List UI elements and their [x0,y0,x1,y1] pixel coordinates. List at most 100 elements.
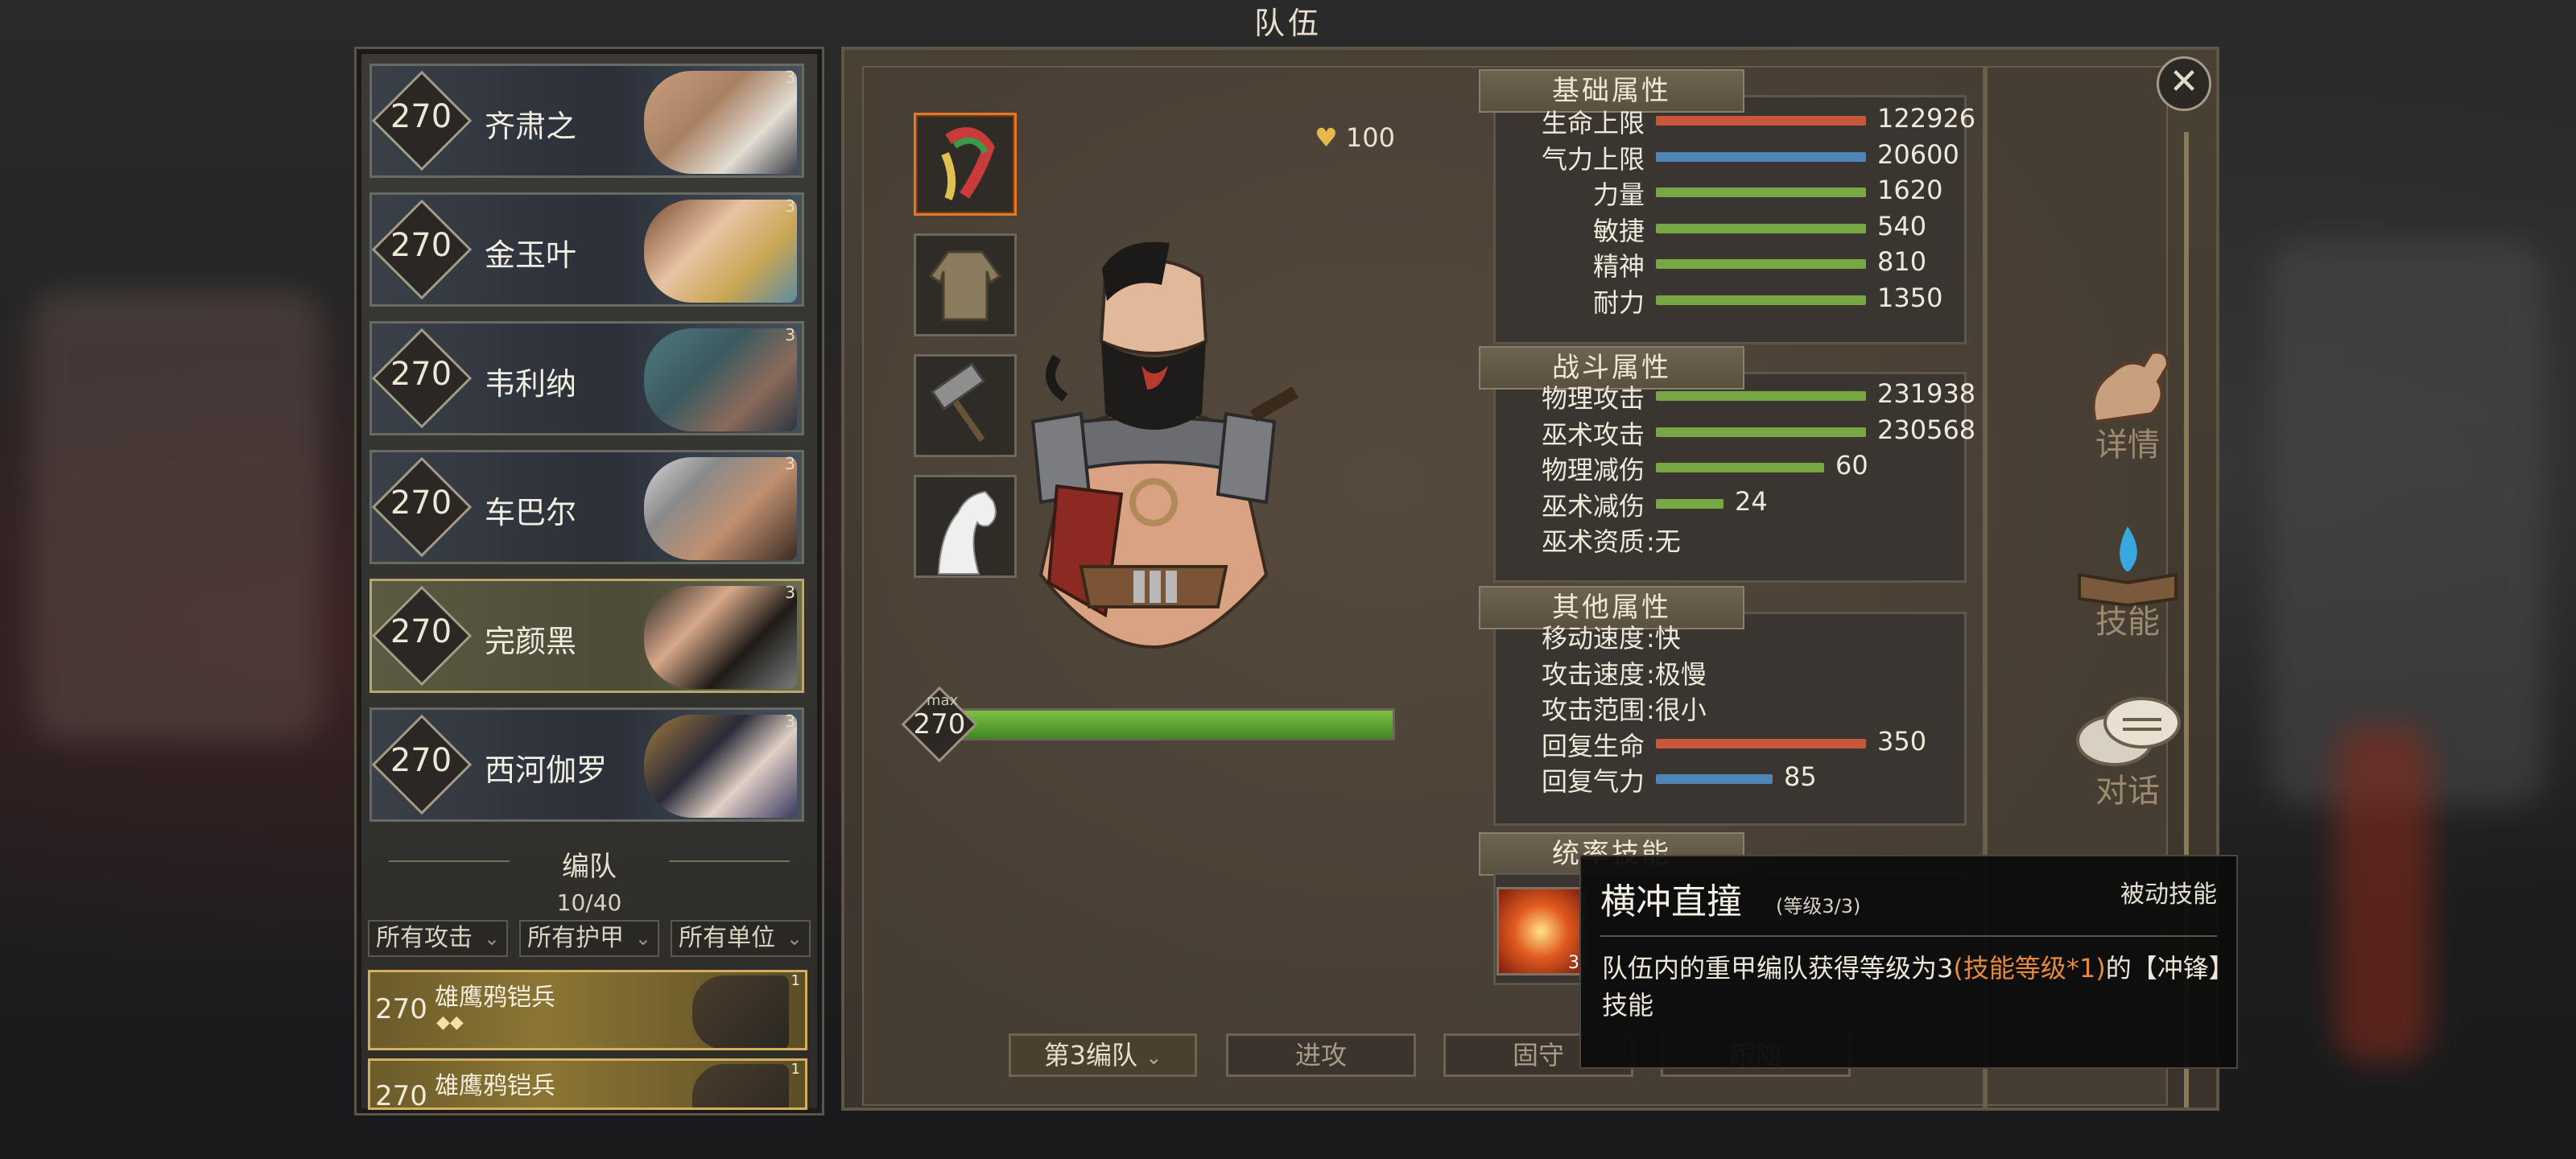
unit-card[interactable]: 270 雄鹰鸦铠兵 1 [368,1058,807,1110]
skill-description-highlight: (技能等级*1) [1953,953,2106,984]
stat-label: 物理减伤 [1541,455,1645,486]
hero-card[interactable]: 270 齐肃之 3 [369,64,804,178]
stat-label: 攻击速度 [1541,658,1645,690]
unit-star: 1 [791,972,800,989]
command-skill-icon[interactable]: 3 [1496,887,1585,975]
chevron-down-icon: ⌄ [483,927,500,950]
level-max-label: max [927,692,959,709]
hero-card-selected[interactable]: 270 完颜黑 3 [369,579,804,693]
flexed-arm-icon [2091,350,2170,424]
hero-star: 3 [785,583,795,602]
stat-bar [1656,463,1824,473]
skills-button[interactable]: 技能 [2055,518,2200,655]
stat-row: 回复气力 85 [1508,761,1959,797]
stat-label: 生命上限 [1541,108,1645,138]
hero-card[interactable]: 270 韦利纳 3 [369,321,804,435]
hero-level: 270 [390,485,452,522]
stat-bar [1656,427,1866,437]
stat-value: 1350 [1877,283,1943,313]
stat-label: 回复生命 [1541,730,1645,761]
stat-row: 生命上限 122926 [1508,103,1975,138]
hero-name: 韦利纳 [485,366,577,402]
gold-value: 100 [1345,122,1395,153]
stat-row: 巫术资质:无 [1508,522,1959,557]
stat-row: 气力上限 20600 [1508,139,1959,175]
filter-unit[interactable]: 所有单位 ⌄ [671,920,811,957]
stat-bar [1656,738,1866,749]
dialogue-button[interactable]: 对话 [2055,687,2200,824]
stat-label: 巫术攻击 [1541,419,1645,450]
chevron-down-icon: ⌄ [1146,1046,1162,1069]
hero-name: 金玉叶 [485,237,577,273]
stat-value: 24 [1735,485,1768,517]
stat-label: 力量 [1592,179,1645,211]
hero-portrait [644,715,797,818]
hero-portrait [644,200,797,303]
stat-row: 攻击速度:极慢 [1508,654,1959,690]
hero-card[interactable]: 270 金玉叶 3 [369,192,804,307]
heart-icon: ♥ [1315,122,1338,153]
skill-level: 3 [1568,953,1579,973]
stat-bar [1656,295,1866,305]
roster-panel: 270 齐肃之 3 270 金玉叶 3 270 韦利纳 3 270 车巴尔 3 … [354,47,824,1116]
details-button[interactable]: 详情 [2055,341,2200,478]
hero-card[interactable]: 270 西河伽罗 3 [369,707,804,822]
hero-level: 270 [390,613,452,650]
details-label: 详情 [2095,427,2160,464]
stat-row: 物理攻击 231938 [1508,378,1975,414]
hero-portrait [644,457,797,560]
formation-title: 编队 [562,851,617,883]
stat-row: 物理减伤 60 [1508,450,1959,485]
formation-count: 10/40 [556,889,622,916]
hero-card[interactable]: 270 车巴尔 3 [369,450,804,564]
hero-name: 完颜黑 [485,624,577,659]
hero-star: 3 [785,196,795,216]
unit-name: 雄鹰鸦铠兵 [435,984,555,1012]
skill-tooltip: 横冲直撞 (等级3/3) 被动技能 队伍内的重甲编队获得等级为3(技能等级*1)… [1579,855,2238,1069]
hero-star: 3 [785,711,795,731]
stat-label: 巫术减伤 [1541,490,1645,522]
stat-label: 物理攻击 [1541,383,1645,414]
stat-row: 移动速度:快 [1508,618,1959,654]
hero-level: 270 [390,98,452,135]
close-icon: ✕ [2169,61,2199,102]
formation-select-dropdown[interactable]: 第3编队 ⌄ [1009,1033,1197,1077]
unit-gem-icons: ◆◆ [436,1013,464,1033]
unit-portrait [692,1064,789,1107]
stat-label: 气力上限 [1541,143,1645,175]
stat-bar [1656,188,1866,198]
stat-value: 540 [1877,210,1927,241]
level-progress-bar [960,708,1395,740]
unit-card[interactable]: 270 雄鹰鸦铠兵 ◆◆ 1 [368,970,807,1050]
stat-value: 20600 [1877,138,1959,170]
skill-description: 队伍内的重甲编队获得等级为3(技能等级*1)的【冲锋】技能 [1602,950,2222,1024]
filter-label: 所有攻击 [376,924,473,952]
skills-label: 技能 [2095,604,2160,641]
stat-label: 巫术资质 [1541,526,1645,558]
advance-button[interactable]: 进攻 [1226,1033,1416,1077]
stat-value: :极慢 [1646,658,1707,690]
skill-description-text: 队伍内的重甲编队获得等级为3 [1602,953,1954,984]
stat-label: 回复气力 [1541,766,1645,798]
filter-armor[interactable]: 所有护甲 ⌄ [519,920,659,957]
hero-level: 270 [390,356,452,393]
stat-row: 巫术减伤 24 [1508,486,1959,522]
stat-row: 精神 810 [1508,246,1959,282]
filter-attack[interactable]: 所有攻击 ⌄ [368,920,508,957]
stat-bar [1656,223,1866,233]
hero-name: 西河伽罗 [485,753,608,788]
gear-slot-accessory[interactable] [914,113,1017,216]
unit-level: 270 [375,1080,427,1110]
unit-portrait [692,975,789,1048]
stat-bar [1656,259,1866,270]
filter-label: 所有单位 [679,924,775,952]
hero-level: 270 [390,742,452,779]
stat-row: 回复生命 350 [1508,726,1959,761]
skill-level-text: (等级3/3) [1776,895,1861,918]
stat-label: 精神 [1592,251,1645,283]
close-button[interactable]: ✕ [2157,56,2211,111]
page-title: 队伍 [1253,6,1322,41]
speech-bubble-icon [2076,697,2181,766]
hero-portrait [644,586,797,689]
skill-type: 被动技能 [2120,881,2217,909]
